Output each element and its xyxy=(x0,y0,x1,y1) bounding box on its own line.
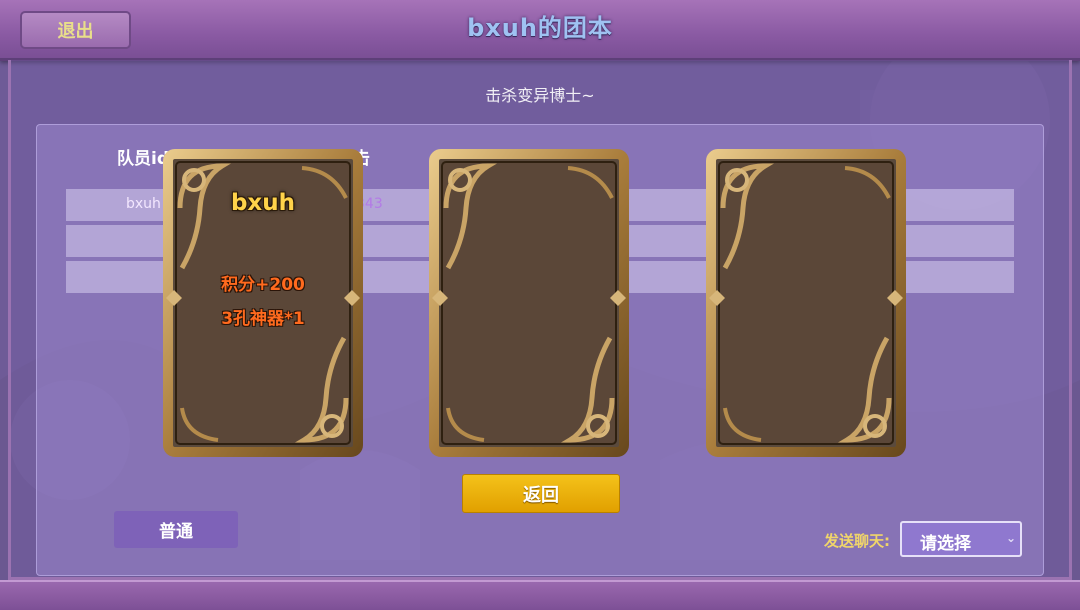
card-reward-artifact: 3孔神器*1 xyxy=(221,309,305,329)
back-button[interactable]: 返回 xyxy=(462,474,620,513)
normal-mode-button[interactable]: 普通 xyxy=(114,511,238,548)
card-player-name: bxuh xyxy=(230,190,296,216)
bottom-bar xyxy=(0,580,1080,610)
raid-objective: 击杀变异博士~ xyxy=(485,86,595,105)
ornate-card-frame xyxy=(429,149,629,457)
row-player-id: bxuh xyxy=(126,196,161,212)
window-title: bxuh的团本 xyxy=(467,14,613,42)
reward-card-1[interactable]: bxuh 积分+200 3孔神器*1 xyxy=(162,148,364,458)
ornate-card-frame xyxy=(706,149,906,457)
reward-card-3[interactable] xyxy=(705,148,907,458)
chat-label: 发送聊天: xyxy=(824,532,890,550)
chat-select-dropdown[interactable]: 请选择 ⌄ xyxy=(900,521,1022,557)
chat-select-value: 请选择 xyxy=(920,534,971,554)
chevron-down-icon: ⌄ xyxy=(1005,531,1016,545)
card-reward-points: 积分+200 xyxy=(221,275,305,295)
reward-card-2[interactable] xyxy=(428,148,630,458)
